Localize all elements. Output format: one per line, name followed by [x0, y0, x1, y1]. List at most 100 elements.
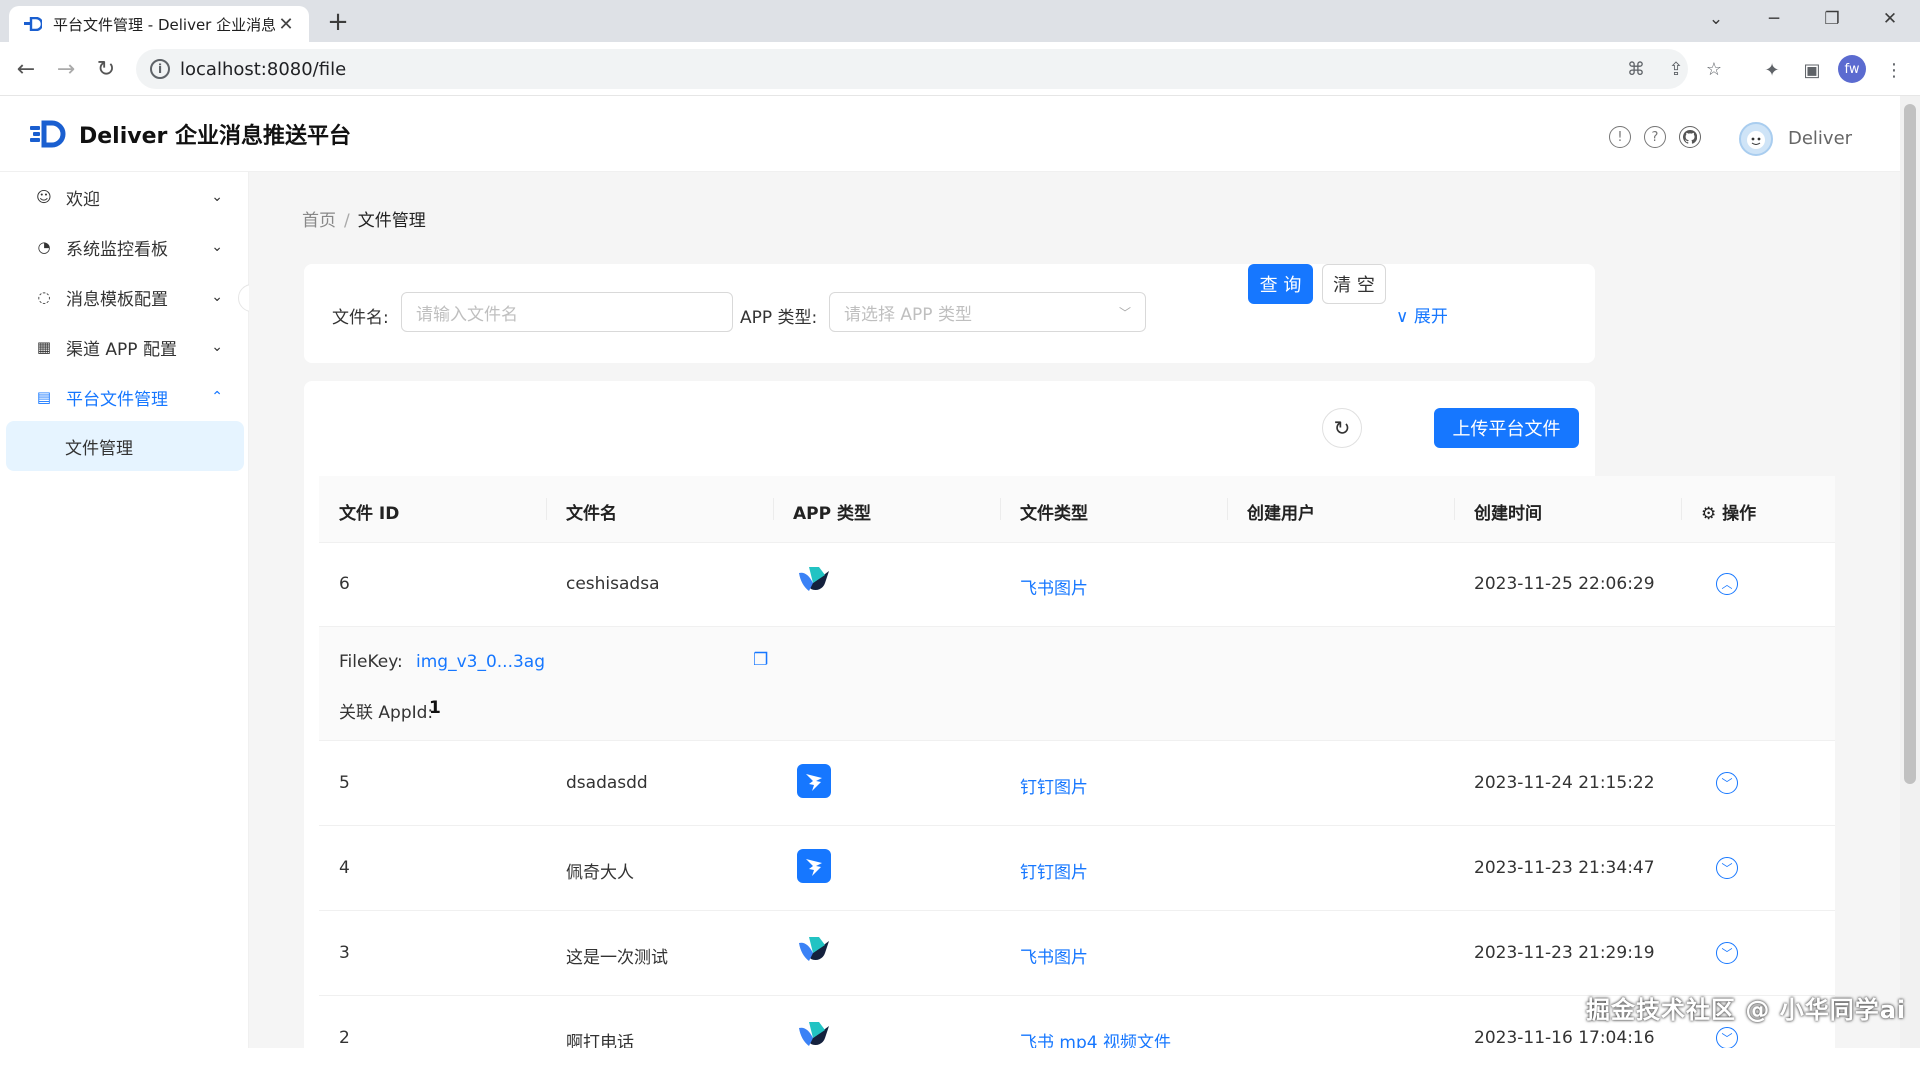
- query-button[interactable]: 查 询: [1248, 264, 1313, 304]
- cell-name: dsadasdd: [566, 773, 648, 793]
- sidebar: ☺ 欢迎 ⌄ ◔ 系统监控看板 ⌄ ◌ 消息模板配置 ⌄ ▦ 渠道 APP 配置…: [0, 172, 249, 1048]
- app-header: Deliver 企业消息推送平台 ! ? Deliver: [0, 96, 1900, 172]
- browser-tab[interactable]: 平台文件管理 - Deliver 企业消息 ✕: [9, 6, 309, 42]
- cell-id: 5: [339, 773, 350, 793]
- file-icon: ▤: [36, 388, 52, 406]
- menu-kebab-icon[interactable]: ⋮: [1880, 56, 1908, 84]
- file-name-input[interactable]: 请输入文件名: [401, 292, 733, 332]
- expand-row-icon[interactable]: ﹀: [1716, 942, 1738, 964]
- help-icon[interactable]: ?: [1644, 126, 1666, 148]
- upload-file-button[interactable]: 上传平台文件: [1434, 408, 1579, 448]
- chevron-down-icon: ﹀: [1118, 305, 1131, 320]
- chevron-down-icon: ⌄: [211, 189, 223, 205]
- smile-icon: ☺: [36, 188, 52, 206]
- scrollbar-thumb[interactable]: [1904, 104, 1916, 784]
- close-tab-icon[interactable]: ✕: [275, 13, 297, 35]
- table-row: 6 ceshisadsa 飞书图片 2023-11-25 22:06:29 ︿: [319, 543, 1835, 627]
- cell-created-time: 2023-11-24 21:15:22: [1474, 773, 1655, 793]
- expanded-row-detail: FileKey: img_v3_0...3ag ❐ 关联 AppId: 1: [319, 627, 1835, 741]
- chevron-down-icon: ⌄: [211, 339, 223, 355]
- close-window-icon[interactable]: ✕: [1862, 0, 1918, 38]
- cell-file-type: 飞书图片: [1020, 948, 1088, 968]
- collapse-row-icon[interactable]: ︿: [1716, 573, 1738, 595]
- appid-value: 1: [429, 698, 441, 718]
- tab-search-icon[interactable]: ⌄: [1688, 0, 1744, 38]
- expand-label: 展开: [1413, 307, 1448, 327]
- cell-id: 3: [339, 943, 350, 963]
- cell-file-type: 钉钉图片: [1020, 778, 1088, 798]
- site-favicon-icon: [23, 14, 43, 34]
- sidebar-item-platform-files[interactable]: ▤ 平台文件管理 ⌃: [0, 372, 249, 422]
- sidebar-item-label: 系统监控看板: [66, 239, 168, 260]
- app-type-select[interactable]: 请选择 APP 类型 ﹀: [829, 292, 1146, 332]
- clear-button[interactable]: 清 空: [1322, 264, 1386, 304]
- cell-id: 4: [339, 858, 350, 878]
- column-divider: [773, 498, 774, 520]
- deliver-logo-icon: [30, 120, 66, 148]
- side-panel-icon[interactable]: ▣: [1798, 56, 1826, 84]
- github-icon[interactable]: [1679, 126, 1701, 148]
- chevron-up-icon: ⌃: [211, 389, 223, 405]
- minimize-icon[interactable]: ─: [1746, 0, 1802, 38]
- cell-name: 佩奇大人: [566, 863, 634, 883]
- table-row: 3 这是一次测试 飞书图片 2023-11-23 21:29:19 ﹀: [319, 911, 1835, 996]
- reload-icon[interactable]: ↻: [88, 51, 124, 87]
- column-divider: [1000, 498, 1001, 520]
- column-header-actions-label: 操作: [1722, 504, 1757, 524]
- breadcrumb-home[interactable]: 首页: [302, 211, 336, 231]
- bookmark-star-icon[interactable]: ☆: [1702, 57, 1726, 81]
- feishu-icon: [797, 935, 831, 968]
- app-type-label: APP 类型:: [740, 308, 818, 328]
- sidebar-item-monitor[interactable]: ◔ 系统监控看板 ⌄: [0, 222, 249, 272]
- file-name-label: 文件名:: [332, 308, 389, 328]
- cell-file-type: 飞书图片: [1020, 579, 1088, 599]
- app-type-placeholder: 请选择 APP 类型: [844, 304, 972, 325]
- user-name[interactable]: Deliver: [1788, 128, 1852, 149]
- expand-link[interactable]: ∨ 展开: [1396, 302, 1448, 327]
- column-divider: [1454, 498, 1455, 520]
- watermark-text: 掘金技术社区 @ 小华同学ai: [1586, 996, 1907, 1024]
- address-bar: ← → ↻ i localhost:8080/file ⌘ ⇪ ☆ ✦ ▣ fw…: [0, 42, 1920, 96]
- app-root: Deliver 企业消息推送平台 ! ? Deliver ☺ 欢迎 ⌄ ◔ 系统…: [0, 96, 1900, 1081]
- table-row: 5 dsadasdd 钉钉图片 2023-11-24 21:15:22 ﹀: [319, 741, 1835, 826]
- sidebar-item-template[interactable]: ◌ 消息模板配置 ⌄: [0, 272, 249, 322]
- expand-row-icon[interactable]: ﹀: [1716, 772, 1738, 794]
- forward-icon[interactable]: →: [48, 51, 84, 87]
- file-name-placeholder: 请输入文件名: [416, 304, 518, 325]
- feishu-icon: [797, 1020, 831, 1048]
- sidebar-item-welcome[interactable]: ☺ 欢迎 ⌄: [0, 172, 249, 222]
- url-bar[interactable]: i localhost:8080/file ⌘ ⇪ ☆: [136, 49, 1722, 89]
- sidebar-item-label: 平台文件管理: [66, 389, 168, 410]
- site-info-icon[interactable]: i: [150, 59, 170, 79]
- table-header: 文件 ID 文件名 APP 类型 文件类型 创建用户 创建时间 ⚙ 操作: [319, 476, 1835, 543]
- chevron-down-icon: ⌄: [211, 289, 223, 305]
- translate-icon[interactable]: ⌘: [1624, 57, 1648, 81]
- copy-icon[interactable]: ❐: [753, 650, 768, 670]
- restore-icon[interactable]: ❐: [1804, 0, 1860, 38]
- reload-icon[interactable]: ↻: [1322, 408, 1362, 448]
- browser-tabbar: 平台文件管理 - Deliver 企业消息 ✕ + ⌄ ─ ❐ ✕: [0, 0, 1920, 42]
- info-icon[interactable]: !: [1609, 126, 1631, 148]
- breadcrumb-current: 文件管理: [357, 211, 426, 231]
- expand-row-icon[interactable]: ﹀: [1716, 857, 1738, 879]
- cell-name: 这是一次测试: [566, 948, 668, 968]
- cell-name: ceshisadsa: [566, 574, 660, 594]
- expand-row-icon[interactable]: ﹀: [1716, 1027, 1738, 1048]
- column-divider: [546, 498, 547, 520]
- sidebar-item-label: 欢迎: [66, 189, 100, 210]
- filter-card: 文件名: 请输入文件名 APP 类型: 请选择 APP 类型 ﹀ 查 询 清 空…: [304, 264, 1595, 363]
- column-header-id: 文件 ID: [339, 504, 400, 524]
- sidebar-item-channel-app[interactable]: ▦ 渠道 APP 配置 ⌄: [0, 322, 249, 372]
- extensions-icon[interactable]: ✦: [1758, 56, 1786, 84]
- user-avatar[interactable]: [1739, 122, 1773, 156]
- cell-created-time: 2023-11-23 21:29:19: [1474, 943, 1655, 963]
- sidebar-subitem-file-manage[interactable]: 文件管理: [6, 421, 244, 471]
- breadcrumb-separator: /: [344, 211, 350, 231]
- profile-avatar[interactable]: fw: [1838, 55, 1866, 83]
- share-icon[interactable]: ⇪: [1664, 57, 1688, 81]
- new-tab-icon[interactable]: +: [322, 6, 354, 38]
- dingtalk-icon: [797, 849, 831, 888]
- column-header-name: 文件名: [566, 504, 617, 524]
- breadcrumb: 首页 / 文件管理: [302, 206, 426, 231]
- back-icon[interactable]: ←: [8, 51, 44, 87]
